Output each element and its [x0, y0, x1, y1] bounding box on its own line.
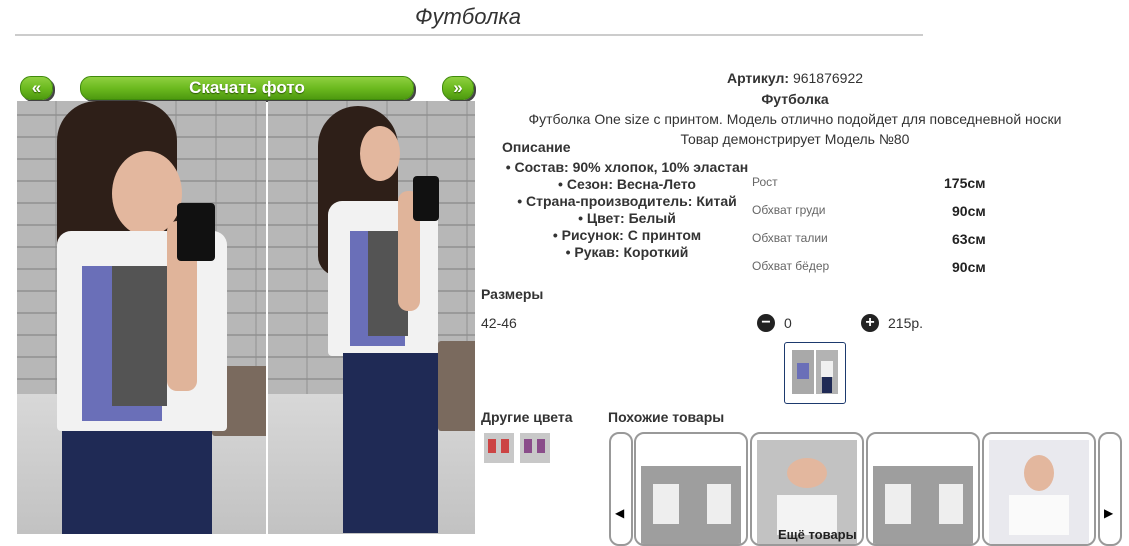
product-description: Футболка One size с принтом. Модель отли… [528, 111, 1062, 127]
attribute-item: • Состав: 90% хлопок, 10% эластан [505, 159, 749, 175]
product-name: Футболка [761, 91, 829, 107]
photo-thumbnail[interactable] [784, 342, 846, 404]
next-photo-button[interactable]: » [442, 76, 474, 100]
attribute-list: • Состав: 90% хлопок, 10% эластан • Сезо… [496, 159, 758, 261]
minus-circle-icon[interactable]: − [757, 314, 775, 332]
carousel-prev-button[interactable]: ◀ [609, 432, 633, 546]
measurement-label-chest: Обхват груди [752, 203, 826, 217]
sku-line: Артикул: 961876922 [480, 70, 1110, 86]
description-title: Описание [502, 139, 571, 155]
model-note: Товар демонстрирует Модель №80 [680, 131, 910, 147]
color-variant-thumbnail[interactable] [484, 433, 514, 463]
quantity-value: 0 [784, 315, 792, 331]
arrow-left-icon: ◀ [615, 506, 625, 520]
size-value: 42-46 [481, 315, 517, 331]
prev-photo-button[interactable]: « [20, 76, 53, 100]
measurement-value-chest: 90см [952, 203, 986, 219]
sku-label: Артикул: [726, 70, 790, 86]
measurement-value-hips: 90см [952, 259, 986, 275]
product-photo-front[interactable] [17, 101, 266, 534]
sku-value: 961876922 [792, 70, 864, 86]
price-value: 215р. [888, 315, 924, 331]
attribute-item: • Цвет: Белый [578, 210, 676, 226]
attribute-item: • Сезон: Весна-Лето [558, 176, 696, 192]
download-photo-button[interactable]: Скачать фото [80, 76, 414, 100]
arrow-right-icon: ▶ [1104, 506, 1114, 520]
plus-circle-icon[interactable]: + [861, 314, 879, 332]
measurement-label-height: Рост [752, 175, 778, 189]
carousel-next-button[interactable]: ▶ [1098, 432, 1122, 546]
similar-product-card[interactable] [866, 432, 980, 546]
similar-products-title: Похожие товары [608, 409, 725, 425]
attribute-item: • Рисунок: С принтом [552, 227, 702, 243]
attribute-item: • Рукав: Короткий [565, 244, 689, 260]
sizes-title: Размеры [481, 286, 544, 302]
measurement-value-height: 175см [944, 175, 986, 191]
similar-product-card[interactable] [634, 432, 748, 546]
attribute-item: • Страна-производитель: Китай [517, 193, 737, 209]
measurement-label-waist: Обхват талии [752, 231, 828, 245]
more-products-link[interactable]: Ещё товары [778, 527, 857, 542]
page-title: Футболка [415, 4, 521, 29]
product-photo-full[interactable] [268, 101, 475, 534]
color-variant-thumbnail[interactable] [520, 433, 550, 463]
measurement-value-waist: 63см [952, 231, 986, 247]
measurement-label-hips: Обхват бёдер [752, 259, 830, 273]
title-divider [15, 34, 923, 36]
similar-product-card[interactable] [982, 432, 1096, 546]
other-colors-title: Другие цвета [481, 409, 573, 425]
